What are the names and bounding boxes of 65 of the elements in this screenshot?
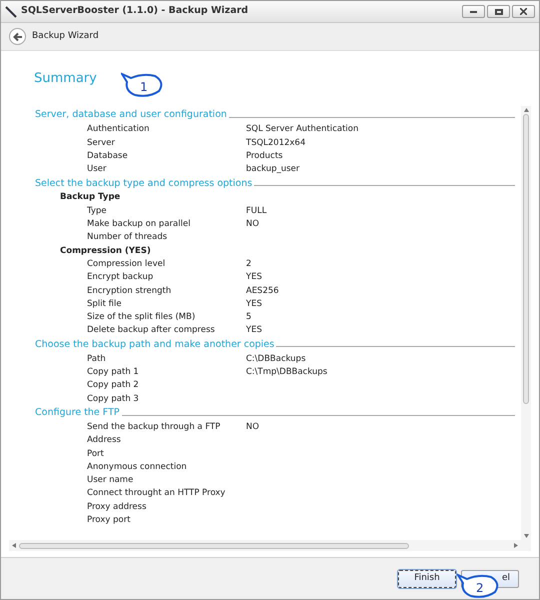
- field-label: Database: [87, 150, 128, 161]
- field-value: TSQL2012x64: [246, 136, 306, 150]
- field-label: Encrypt backup: [87, 272, 154, 282]
- group-heading: Backup Type: [60, 191, 120, 204]
- maximize-button[interactable]: [487, 5, 510, 18]
- app-icon: [5, 6, 17, 18]
- field-value: SQL Server Authentication: [246, 123, 358, 136]
- field-value: YES: [246, 324, 262, 338]
- field-value: C:\DBBackups: [246, 352, 306, 366]
- field-value: AES256: [246, 284, 279, 298]
- field-label: Port: [87, 448, 104, 458]
- section-heading: Select the backup type and compress options: [35, 176, 252, 191]
- field-label: Copy path 3: [87, 394, 139, 404]
- field-value: backup_user: [246, 163, 300, 176]
- field-label: Delete backup after compress: [87, 325, 215, 336]
- field-value: YES: [246, 271, 262, 284]
- field-label: Make backup on parallel: [87, 219, 190, 230]
- scroll-down-icon[interactable]: [524, 534, 528, 538]
- back-arrow-icon: [12, 32, 22, 42]
- vertical-scrollbar[interactable]: [521, 106, 531, 540]
- field-label: Type: [87, 206, 107, 216]
- field-label: Connect throught an HTTP Proxy: [87, 488, 226, 498]
- field-label: Send the backup through a FTP: [87, 422, 220, 432]
- field-label: Proxy port: [87, 514, 130, 525]
- field-value: C:\Tmp\DBBackups: [246, 366, 328, 379]
- field-label: Server: [87, 138, 115, 148]
- header-title: Backup Wizard: [32, 30, 99, 43]
- scroll-right-icon[interactable]: [514, 543, 518, 548]
- page-title: Summary: [34, 71, 97, 86]
- field-label: User name: [87, 475, 134, 486]
- field-value: YES: [246, 298, 262, 311]
- field-label: User: [87, 164, 106, 174]
- field-label: Split file: [87, 298, 122, 309]
- section-heading: Choose the backup path and make another copies: [35, 338, 274, 352]
- callout-bubble: 2: [457, 573, 501, 599]
- field-label: Encryption strength: [87, 286, 172, 296]
- horizontal-scrollbar[interactable]: [9, 540, 531, 551]
- field-label: Size of the split files (MB): [87, 312, 196, 322]
- section-heading: Configure the FTP: [35, 406, 120, 420]
- field-value: NO: [246, 218, 260, 231]
- section-heading: Server, database and user configuration: [35, 108, 227, 122]
- close-button[interactable]: [512, 5, 535, 18]
- field-value: 5: [246, 311, 252, 324]
- field-label: Authentication: [87, 124, 150, 134]
- field-value: FULL: [246, 204, 267, 218]
- group-heading: Compression (YES): [60, 244, 151, 258]
- field-label: Anonymous connection: [87, 462, 187, 472]
- close-icon: [520, 8, 527, 15]
- callout-bubble: 1: [121, 72, 165, 98]
- field-label: Address: [87, 435, 121, 446]
- field-value: 2: [246, 258, 252, 271]
- field-label: Number of threads: [87, 232, 168, 242]
- field-label: Proxy address: [87, 502, 146, 512]
- field-label: Copy path 2: [87, 380, 139, 390]
- dialog-button[interactable]: Finish: [398, 570, 456, 588]
- scroll-up-icon[interactable]: [524, 108, 528, 112]
- field-label: Copy path 1: [87, 367, 139, 378]
- field-label: Path: [87, 354, 106, 364]
- field-label: Compression level: [87, 258, 166, 269]
- field-value: Products: [246, 150, 283, 163]
- back-button[interactable]: [9, 28, 26, 45]
- field-value: NO: [246, 420, 260, 434]
- window-title: SQLServerBooster (1.1.0) - Backup Wizard: [21, 4, 248, 18]
- minimize-button[interactable]: [462, 5, 485, 18]
- scroll-left-icon[interactable]: [12, 543, 16, 548]
